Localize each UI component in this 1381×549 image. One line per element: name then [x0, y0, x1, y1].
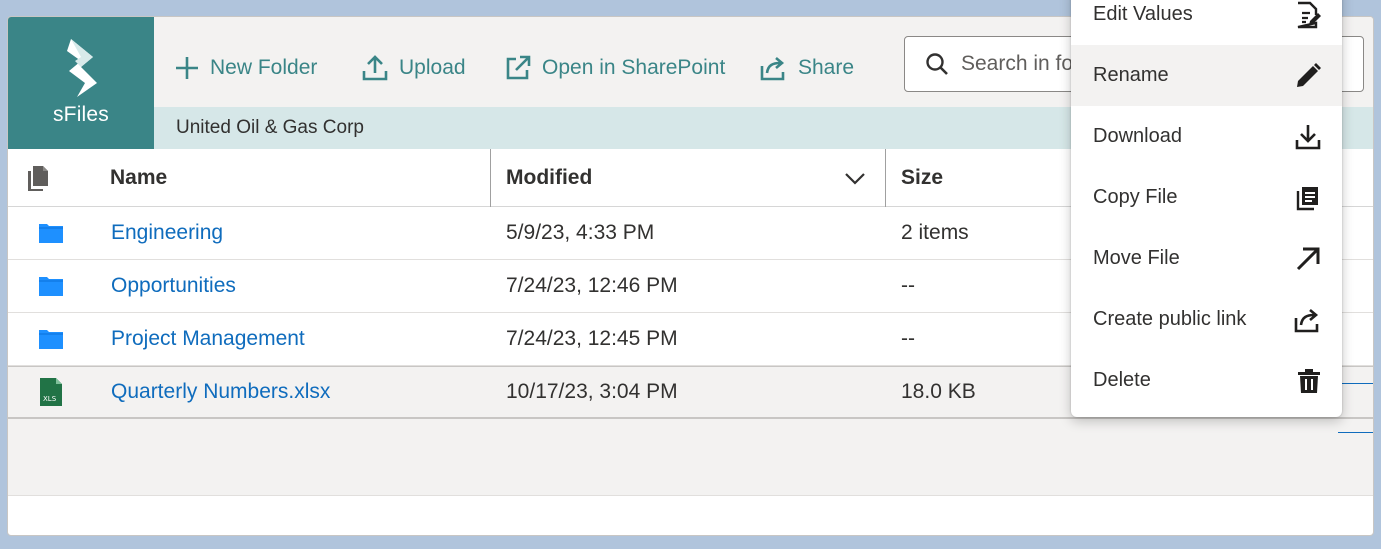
- menu-item-download[interactable]: Download: [1071, 106, 1342, 167]
- context-menu: Edit Values Rename Download Copy File Mo…: [1071, 0, 1342, 417]
- menu-item-label: Copy File: [1093, 186, 1178, 208]
- menu-item-edit-values[interactable]: Edit Values: [1071, 0, 1342, 45]
- share-label: Share: [798, 56, 855, 79]
- menu-item-label: Edit Values: [1093, 3, 1193, 25]
- file-name-link[interactable]: Engineering: [111, 221, 223, 245]
- menu-item-label: Download: [1093, 125, 1182, 147]
- new-folder-label: New Folder: [210, 56, 318, 79]
- pencil-icon: [1297, 62, 1321, 87]
- select-all-toggle[interactable]: [24, 149, 50, 207]
- folder-icon: [38, 207, 64, 259]
- upload-button[interactable]: Upload: [361, 53, 466, 83]
- column-header-size[interactable]: Size: [901, 149, 943, 207]
- upload-icon: [362, 55, 388, 81]
- file-badge-text: XLS: [43, 395, 57, 403]
- modified-cell: 7/24/23, 12:46 PM: [506, 274, 678, 297]
- menu-item-move-file[interactable]: Move File: [1071, 228, 1342, 289]
- external-link-icon: [506, 55, 531, 80]
- open-in-sharepoint-label: Open in SharePoint: [542, 56, 726, 79]
- search-icon: [926, 53, 948, 75]
- modified-cell: 10/17/23, 3:04 PM: [506, 380, 678, 403]
- row-actions-button-outline[interactable]: [1338, 383, 1373, 433]
- size-cell: 18.0 KB: [901, 380, 976, 403]
- file-name-link[interactable]: Quarterly Numbers.xlsx: [111, 380, 330, 404]
- documents-icon: [28, 166, 48, 191]
- menu-item-label: Rename: [1093, 64, 1169, 86]
- upload-label: Upload: [399, 56, 466, 79]
- excel-file-icon: XLS: [38, 367, 64, 417]
- menu-item-create-public-link[interactable]: Create public link: [1071, 289, 1342, 350]
- column-size-label: Size: [901, 166, 944, 189]
- file-name-link[interactable]: Project Management: [111, 327, 305, 351]
- menu-item-rename[interactable]: Rename: [1071, 45, 1342, 106]
- edit-values-icon: [1297, 1, 1321, 28]
- column-header-name[interactable]: Name: [110, 149, 167, 207]
- copy-icon: [1296, 186, 1318, 210]
- arrow-up-right-icon: [1296, 247, 1320, 270]
- folder-icon: [38, 260, 64, 312]
- size-cell: --: [901, 274, 915, 297]
- lightning-logo-icon: [67, 39, 97, 97]
- menu-item-copy-file[interactable]: Copy File: [1071, 167, 1342, 228]
- plus-icon: [176, 57, 198, 79]
- column-header-modified[interactable]: Modified: [506, 149, 866, 207]
- modified-cell: 5/9/23, 4:33 PM: [506, 221, 655, 244]
- menu-item-label: Create public link: [1093, 308, 1247, 330]
- modified-cell: 7/24/23, 12:45 PM: [506, 327, 678, 350]
- new-folder-button[interactable]: New Folder: [174, 53, 317, 83]
- menu-item-label: Delete: [1093, 369, 1151, 391]
- menu-item-delete[interactable]: Delete: [1071, 350, 1342, 411]
- breadcrumb-path[interactable]: United Oil & Gas Corp: [176, 117, 364, 139]
- column-modified-label: Modified: [506, 166, 593, 189]
- share-button[interactable]: Share: [758, 53, 854, 83]
- empty-list-area: [8, 419, 1373, 496]
- logo-text: sFiles: [52, 103, 110, 126]
- download-icon: [1295, 124, 1321, 149]
- folder-icon: [38, 313, 64, 365]
- share-icon: [760, 57, 785, 81]
- trash-icon: [1298, 368, 1320, 393]
- column-divider[interactable]: [885, 149, 886, 207]
- column-name-label: Name: [110, 166, 168, 189]
- file-name-link[interactable]: Opportunities: [111, 274, 236, 298]
- size-cell: --: [901, 327, 915, 350]
- column-divider[interactable]: [490, 149, 491, 207]
- sfiles-logo: sFiles: [8, 17, 154, 149]
- menu-item-label: Move File: [1093, 247, 1180, 269]
- chevron-down-icon: [845, 173, 865, 185]
- share-icon: [1294, 308, 1319, 332]
- open-in-sharepoint-button[interactable]: Open in SharePoint: [504, 53, 725, 83]
- size-cell: 2 items: [901, 221, 969, 244]
